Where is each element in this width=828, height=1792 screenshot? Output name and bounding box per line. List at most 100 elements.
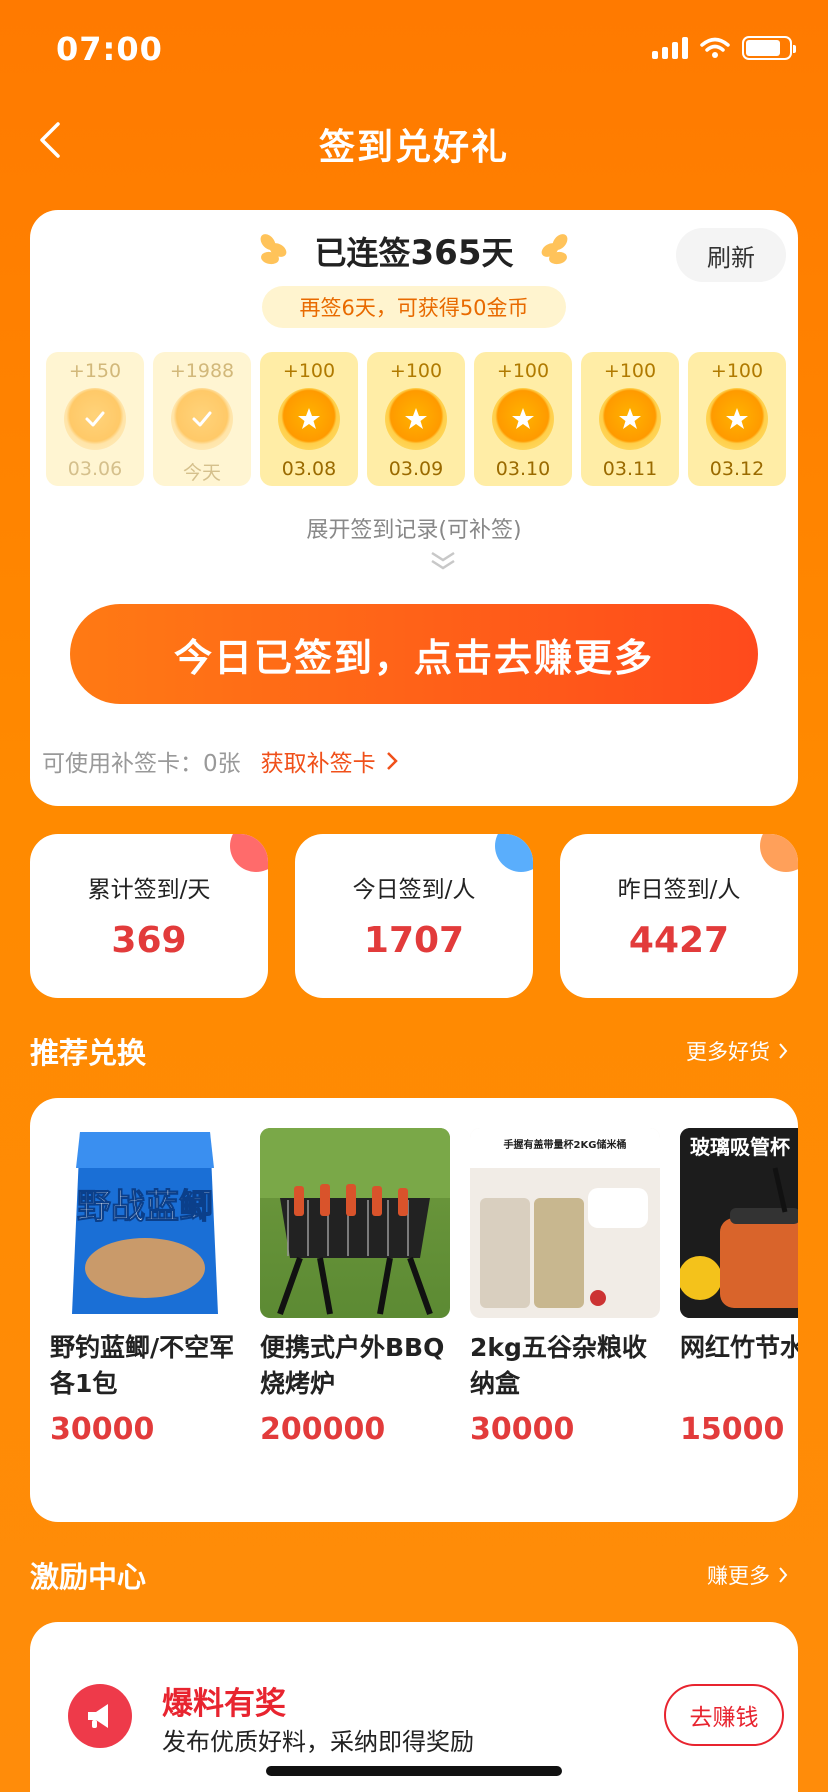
- day-points: +100: [282, 360, 336, 382]
- stat-decoration: [230, 834, 268, 872]
- day-date: 03.12: [709, 458, 765, 480]
- earn-more-label: 赚更多: [707, 1564, 770, 1588]
- laurel-right-icon: [541, 234, 567, 265]
- double-chevron-down-icon[interactable]: [428, 550, 458, 572]
- stat-card-today: 今日签到/人 1707: [295, 834, 533, 998]
- day-date: 03.06: [67, 458, 123, 480]
- day-points: +100: [389, 360, 443, 382]
- cellular-signal-icon: [652, 37, 688, 59]
- check-icon: [85, 411, 105, 427]
- stat-decoration: [760, 834, 798, 872]
- day-date: 03.09: [388, 458, 444, 480]
- earn-more-link[interactable]: 赚更多: [707, 1560, 788, 1590]
- product-name: 野钓蓝鲫/不空军各1包: [50, 1333, 235, 1398]
- signin-day[interactable]: +1988 今天: [153, 352, 251, 486]
- star-icon: [726, 408, 748, 429]
- product-image: 手握有盖带量杯2KG储米桶: [470, 1128, 660, 1318]
- day-points: +100: [710, 360, 764, 382]
- status-time: 07:00: [56, 30, 163, 68]
- incentive-title: 激励中心: [30, 1560, 147, 1594]
- stat-label: 累计签到/天: [87, 877, 211, 903]
- product-image: 野战蓝鲫: [50, 1128, 240, 1318]
- coin-icon: [278, 388, 340, 450]
- stat-label: 昨日签到/人: [617, 877, 741, 903]
- signin-day[interactable]: +100 03.09: [367, 352, 465, 486]
- laurel-left-icon: [261, 234, 287, 265]
- more-goods-link[interactable]: 更多好货: [686, 1036, 788, 1066]
- get-makeup-card-label: 获取补签卡: [260, 751, 376, 777]
- star-icon: [298, 408, 320, 429]
- coin-icon: [385, 388, 447, 450]
- day-points: +100: [603, 360, 657, 382]
- product-price: 200000: [260, 1412, 386, 1447]
- megaphone-icon: [68, 1684, 132, 1748]
- product-item[interactable]: 玻璃吸管杯 网红竹节水 15000: [680, 1128, 798, 1447]
- signin-day[interactable]: +100 03.12: [688, 352, 786, 486]
- day-date: 03.11: [602, 458, 658, 480]
- status-icons: [652, 36, 796, 60]
- product-name: 2kg五谷杂粮收纳盒: [470, 1333, 647, 1398]
- coin-icon: [171, 388, 233, 450]
- day-date: 03.10: [495, 458, 551, 480]
- product-item[interactable]: 手握有盖带量杯2KG储米桶 2kg五谷杂粮收纳盒 30000: [470, 1128, 662, 1447]
- day-points: +1988: [169, 360, 235, 382]
- makeup-card-row: 可使用补签卡：0张 获取补签卡: [42, 744, 398, 778]
- go-earn-button[interactable]: 去赚钱: [664, 1684, 784, 1746]
- product-name: 便携式户外BBQ烧烤炉: [260, 1333, 445, 1398]
- battery-icon: [742, 36, 796, 60]
- star-icon: [405, 408, 427, 429]
- wifi-icon: [700, 37, 730, 58]
- stat-card-yesterday: 昨日签到/人 4427: [560, 834, 798, 998]
- get-makeup-card-link[interactable]: 获取补签卡: [261, 744, 398, 778]
- check-icon: [192, 411, 212, 427]
- makeup-card-count: 可使用补签卡：0张: [42, 751, 241, 777]
- page-title: 签到兑好礼: [318, 127, 509, 168]
- product-price: 30000: [50, 1412, 155, 1447]
- stat-label: 今日签到/人: [352, 877, 476, 903]
- day-points: +100: [496, 360, 550, 382]
- product-image: 玻璃吸管杯: [680, 1128, 798, 1318]
- signin-card: 已连签365天 刷新 再签6天，可获得50金币 +150 03.06 +1988 今天…: [30, 210, 798, 806]
- product-image-text: 手握有盖带量杯2KG储米桶: [504, 1138, 627, 1151]
- signed-earn-more-button[interactable]: 今日已签到，点击去赚更多: [70, 604, 758, 704]
- stat-value: 369: [111, 920, 187, 961]
- refresh-button[interactable]: 刷新: [676, 228, 786, 282]
- day-date: 今天: [182, 462, 221, 484]
- bonus-hint: 再签6天，可获得50金币: [262, 286, 566, 328]
- chevron-right-icon: [386, 752, 398, 770]
- coin-icon: [492, 388, 554, 450]
- product-image: [260, 1128, 450, 1318]
- chevron-right-icon: [779, 1567, 788, 1583]
- signin-day[interactable]: +100 03.10: [474, 352, 572, 486]
- product-price: 30000: [470, 1412, 575, 1447]
- chevron-right-icon: [779, 1043, 788, 1059]
- star-icon: [619, 408, 641, 429]
- signin-day[interactable]: +100 03.08: [260, 352, 358, 486]
- nav-bar: 签到兑好礼: [0, 100, 828, 184]
- home-indicator: [266, 1766, 562, 1776]
- coin-icon: [599, 388, 661, 450]
- stat-value: 4427: [628, 920, 730, 961]
- recommend-title: 推荐兑换: [30, 1036, 147, 1070]
- signin-day[interactable]: +100 03.11: [581, 352, 679, 486]
- day-date: 03.08: [281, 458, 337, 480]
- star-icon: [512, 408, 534, 429]
- stat-card-total: 累计签到/天 369: [30, 834, 268, 998]
- stat-value: 1707: [363, 920, 465, 961]
- more-goods-label: 更多好货: [686, 1040, 770, 1064]
- streak-text: 已连签365天: [314, 233, 514, 273]
- signin-days: +150 03.06 +1988 今天 +100 03.08 +100 03.09 +100 03…: [46, 352, 786, 486]
- stat-decoration: [495, 834, 533, 872]
- product-price: 15000: [680, 1412, 785, 1447]
- coin-icon: [64, 388, 126, 450]
- product-item[interactable]: 便携式户外BBQ烧烤炉 200000: [260, 1128, 452, 1447]
- day-points: +150: [68, 360, 122, 382]
- product-name: 网红竹节水: [680, 1333, 798, 1362]
- product-image-text: 野战蓝鲫: [77, 1187, 213, 1227]
- incentive-item-subtitle: 发布优质好料，采纳即得奖励: [162, 1728, 474, 1756]
- products-card: 野战蓝鲫 野钓蓝鲫/不空军各1包 30000 便携式户外BBQ烧烤炉 20000…: [30, 1098, 798, 1522]
- signin-day[interactable]: +150 03.06: [46, 352, 144, 486]
- product-item[interactable]: 野战蓝鲫 野钓蓝鲫/不空军各1包 30000: [50, 1128, 242, 1447]
- expand-record-link[interactable]: 展开签到记录(可补签): [30, 512, 798, 544]
- status-bar: 07:00: [0, 0, 828, 100]
